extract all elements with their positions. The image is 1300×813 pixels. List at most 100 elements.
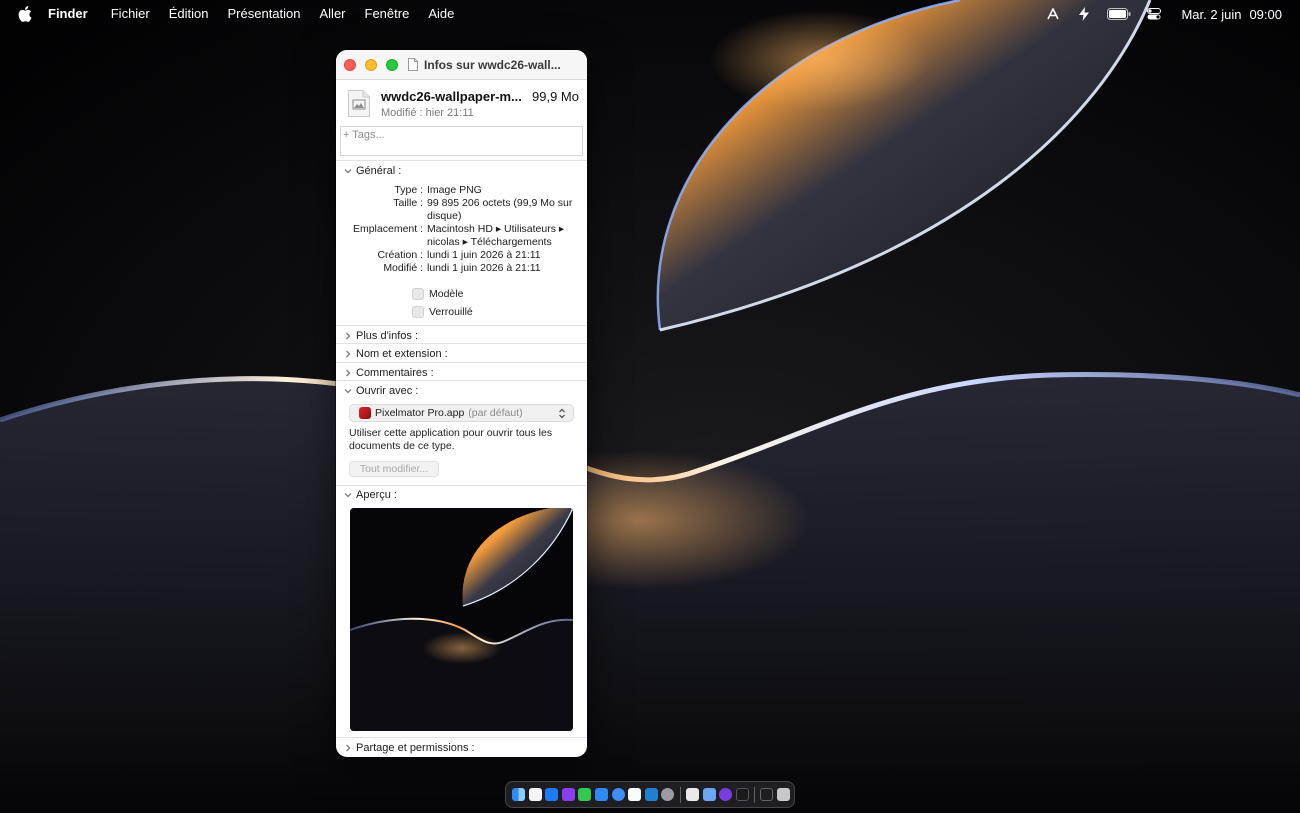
chatgpt-icon[interactable] — [685, 788, 699, 801]
app-store-icon[interactable] — [545, 788, 559, 801]
chevron-down-icon — [344, 491, 352, 499]
podcasts-icon[interactable] — [561, 788, 575, 801]
trash-icon[interactable] — [776, 788, 790, 801]
file-name: wwdc26-wallpaper-m... — [381, 89, 522, 104]
document-icon — [408, 58, 418, 71]
close-button[interactable] — [344, 58, 356, 71]
section-open-with-toggle[interactable]: Ouvrir avec : — [344, 384, 418, 398]
template-checkbox-row[interactable]: Modèle — [412, 287, 463, 301]
minimize-button[interactable] — [365, 58, 377, 71]
open-with-app-name: Pixelmator Pro.app — [375, 407, 465, 419]
section-general-toggle[interactable]: Général : — [344, 164, 401, 178]
locked-checkbox[interactable] — [412, 306, 424, 318]
section-more-info-label: Plus d'infos : — [356, 330, 419, 342]
chevron-updown-icon — [559, 408, 565, 419]
messages-icon[interactable] — [578, 788, 592, 801]
vscode-icon[interactable] — [644, 788, 658, 801]
png-file-icon — [348, 90, 370, 117]
menu-window[interactable]: Fenêtre — [365, 0, 410, 28]
file-modified-date: Modifié : hier 21:11 — [381, 107, 474, 119]
github-icon[interactable] — [719, 788, 733, 801]
divider — [336, 737, 587, 738]
section-more-info-toggle[interactable]: Plus d'infos : — [344, 329, 418, 343]
chevron-right-icon — [344, 369, 352, 377]
template-checkbox-label: Modèle — [429, 288, 464, 300]
open-with-default-note: (par défaut) — [468, 407, 523, 419]
section-comments-label: Commentaires : — [356, 367, 434, 379]
chevron-right-icon — [344, 744, 352, 752]
section-sharing-toggle[interactable]: Partage et permissions : — [344, 741, 475, 755]
menu-app-finder[interactable]: Finder — [48, 0, 88, 28]
chevron-right-icon — [344, 332, 352, 340]
font-icon[interactable] — [1044, 5, 1062, 23]
terminal-icon[interactable] — [735, 788, 749, 801]
divider — [336, 325, 587, 326]
row-key: Type : — [394, 184, 423, 196]
menu-edit[interactable]: Édition — [169, 0, 209, 28]
clock-date: Mar. 2 juin — [1181, 6, 1242, 22]
general-row-location: Emplacement : Macintosh HD ▸ Utilisateur… — [336, 223, 587, 248]
open-with-hint: Utiliser cette application pour ouvrir t… — [349, 427, 553, 452]
general-row-size: Taille : 99 895 206 octets (99,9 Mo sur … — [336, 197, 587, 222]
notes-icon[interactable] — [628, 788, 642, 801]
downloads-icon[interactable] — [760, 788, 774, 801]
locked-checkbox-label: Verrouillé — [429, 306, 473, 318]
menu-bar: Finder Fichier Édition Présentation Alle… — [0, 0, 1300, 28]
row-key: Création : — [377, 249, 423, 261]
menu-go[interactable]: Aller — [320, 0, 346, 28]
section-name-extension-toggle[interactable]: Nom et extension : — [344, 347, 448, 361]
window-title: Infos sur wwdc26-wall... — [424, 57, 561, 72]
chevron-down-icon — [344, 387, 352, 395]
section-comments-toggle[interactable]: Commentaires : — [344, 366, 434, 380]
tags-input[interactable]: + Tags... — [340, 126, 583, 156]
settings-icon[interactable] — [661, 788, 675, 801]
row-value: lundi 1 juin 2026 à 21:11 — [427, 249, 541, 261]
divider — [336, 380, 587, 381]
menu-help[interactable]: Aide — [428, 0, 454, 28]
zoom-button[interactable] — [386, 58, 398, 71]
section-open-with-label: Ouvrir avec : — [356, 385, 419, 397]
safari-icon[interactable] — [611, 788, 625, 801]
chevron-down-icon — [344, 167, 352, 175]
change-all-button[interactable]: Tout modifier... — [349, 461, 439, 477]
get-info-window: Infos sur wwdc26-wall... wwdc26-wallpape… — [336, 50, 587, 757]
dock — [505, 781, 795, 808]
general-row-created: Création : lundi 1 juin 2026 à 21:11 — [336, 249, 587, 262]
window-titlebar[interactable]: Infos sur wwdc26-wall... — [336, 50, 587, 80]
section-preview-toggle[interactable]: Aperçu : — [344, 488, 397, 502]
menu-file[interactable]: Fichier — [111, 0, 150, 28]
row-key: Modifié : — [383, 262, 423, 274]
control-center-icon[interactable] — [1145, 5, 1163, 23]
preview-icon[interactable] — [702, 788, 716, 801]
row-value: Macintosh HD ▸ Utilisateurs ▸ nicolas ▸ … — [427, 223, 565, 248]
open-with-select[interactable]: Pixelmator Pro.app (par défaut) — [349, 404, 574, 422]
apple-menu-icon[interactable] — [14, 0, 36, 28]
row-value: lundi 1 juin 2026 à 21:11 — [427, 262, 541, 274]
section-sharing-label: Partage et permissions : — [356, 742, 475, 754]
row-key: Emplacement : — [352, 223, 423, 235]
dock-divider — [754, 786, 756, 803]
row-key: Taille : — [393, 197, 423, 209]
locked-checkbox-row[interactable]: Verrouillé — [412, 305, 473, 319]
mail-icon[interactable] — [594, 788, 608, 801]
bolt-icon[interactable] — [1075, 5, 1093, 23]
battery-icon[interactable] — [1106, 5, 1132, 23]
divider — [336, 362, 587, 363]
row-value: Image PNG — [427, 184, 482, 196]
desktop-wallpaper — [0, 0, 1300, 813]
file-size: 99,9 Mo — [532, 89, 579, 104]
divider — [336, 343, 587, 344]
template-checkbox[interactable] — [412, 288, 424, 300]
image-preview — [350, 508, 573, 731]
pixelmator-app-icon — [359, 407, 371, 419]
finder-icon[interactable] — [512, 788, 525, 801]
menu-clock[interactable]: Mar. 2 juin 09:00 — [1181, 7, 1282, 22]
general-row-modified: Modifié : lundi 1 juin 2026 à 21:11 — [336, 262, 587, 275]
calendar-icon[interactable] — [528, 788, 542, 801]
section-name-extension-label: Nom et extension : — [356, 348, 448, 360]
section-general-label: Général : — [356, 165, 402, 177]
menu-view[interactable]: Présentation — [228, 0, 301, 28]
divider — [336, 160, 587, 161]
row-value: 99 895 206 octets (99,9 Mo sur disque) — [427, 197, 573, 222]
file-summary: wwdc26-wallpaper-m... 99,9 Mo Modifié : … — [336, 80, 587, 125]
